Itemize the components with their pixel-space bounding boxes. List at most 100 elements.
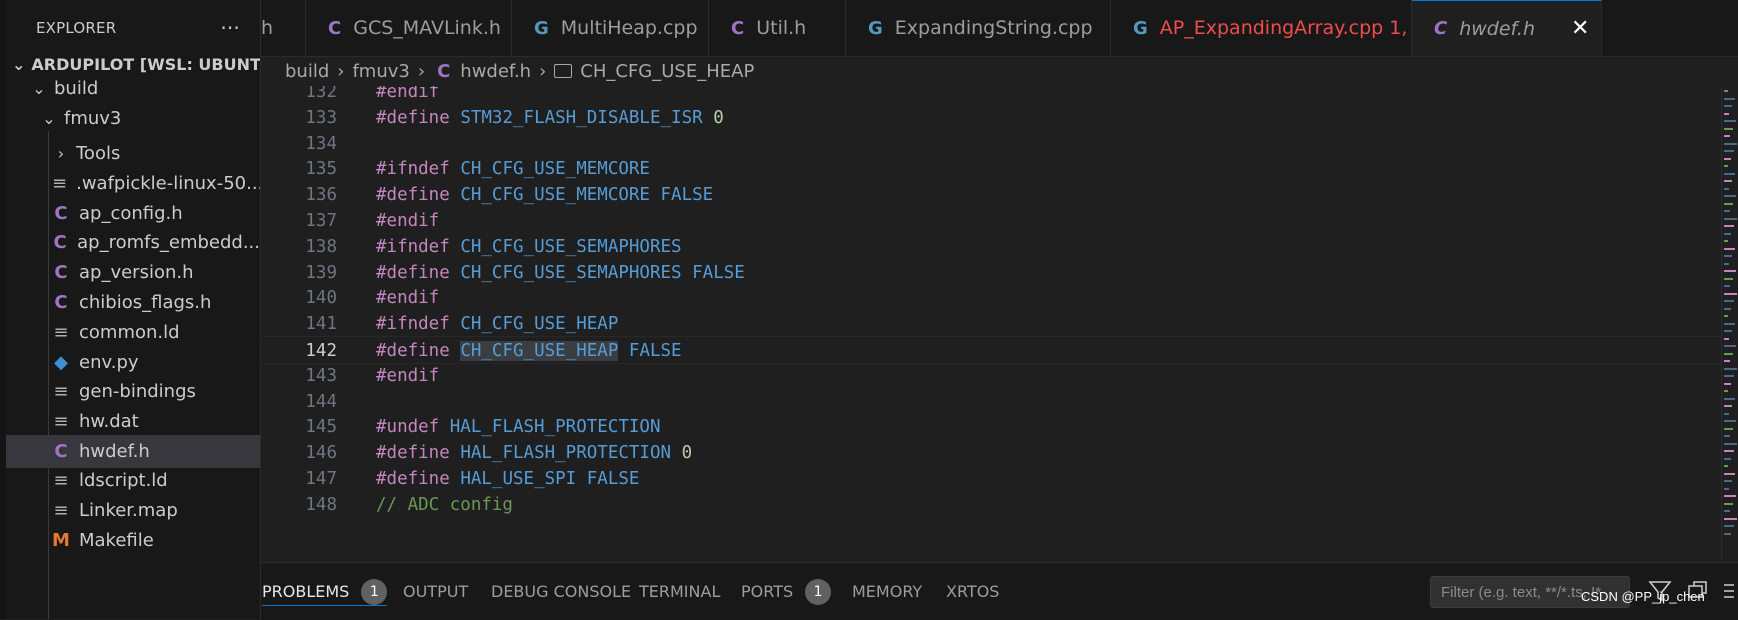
- code-line[interactable]: 138 #ifndef CH_CFG_USE_SEMAPHORES: [261, 233, 1721, 261]
- minimap-line: [1724, 247, 1735, 250]
- line-number: 145: [305, 417, 337, 438]
- chevron-right-icon: ›: [337, 60, 345, 82]
- code-line[interactable]: 133 #define STM32_FLASH_DISABLE_ISR 0: [261, 104, 1721, 132]
- code-line[interactable]: 143 #endif: [261, 362, 1721, 390]
- code-line[interactable]: 135 #ifndef CH_CFG_USE_MEMCORE: [261, 155, 1721, 183]
- tree-item[interactable]: › Tools: [6, 137, 260, 170]
- line-number: 148: [305, 494, 337, 515]
- breadcrumb: build › fmuv3 › C hwdef.h › CH_CFG_USE_H…: [285, 56, 754, 86]
- panel-menu-icon[interactable]: [1722, 577, 1736, 605]
- code-line[interactable]: 147 #define HAL_USE_SPI FALSE: [261, 465, 1721, 493]
- preprocessor-keyword: #define: [376, 107, 450, 128]
- preprocessor-keyword: #ifndef: [376, 236, 450, 257]
- code-text: #ifndef CH_CFG_USE_MEMCORE: [376, 155, 650, 183]
- code-line[interactable]: 145 #undef HAL_FLASH_PROTECTION: [261, 413, 1721, 441]
- code-line[interactable]: 136 #define CH_CFG_USE_MEMCORE FALSE: [261, 181, 1721, 209]
- code-line[interactable]: 148 // ADC config: [261, 491, 1721, 519]
- tree-item-label: fmuv3: [64, 108, 122, 129]
- tree-item[interactable]: ≡ Linker.map: [6, 494, 260, 527]
- tree-item[interactable]: Cap_romfs_embedd...: [6, 226, 260, 259]
- breadcrumb-file[interactable]: hwdef.h: [460, 61, 531, 82]
- tree-item[interactable]: ≡ common.ld: [6, 316, 260, 349]
- code-line[interactable]: 146 #define HAL_FLASH_PROTECTION 0: [261, 439, 1721, 467]
- tree-item-label: Linker.map: [79, 500, 178, 521]
- preprocessor-keyword: #ifndef: [376, 314, 450, 335]
- tree-item[interactable]: ⌄ build: [6, 72, 260, 105]
- explorer-title: EXPLORER: [36, 19, 117, 37]
- close-icon[interactable]: ✕: [1571, 16, 1589, 41]
- editor-tab[interactable]: h: [261, 0, 306, 56]
- c-file-icon: C: [54, 292, 68, 313]
- code-line[interactable]: 137 #endif: [261, 207, 1721, 235]
- panel-tab[interactable]: OUTPUT: [403, 563, 468, 620]
- minimap-line: [1724, 322, 1735, 325]
- lines-file-icon: ≡: [53, 500, 69, 521]
- tree-item[interactable]: Cchibios_flags.h: [6, 286, 260, 319]
- editor-tab[interactable]: C Util.h: [709, 0, 846, 56]
- tree-item[interactable]: M Makefile: [6, 524, 260, 557]
- line-number: 138: [305, 236, 337, 257]
- minimap-line: [1724, 232, 1731, 235]
- code-line[interactable]: 142 #define CH_CFG_USE_HEAP FALSE: [261, 336, 1721, 364]
- editor-tab[interactable]: Chwdef.h ✕: [1412, 0, 1602, 56]
- panel-tab-label: PROBLEMS: [262, 582, 350, 601]
- chevron-down-icon: ⌄: [42, 109, 56, 128]
- chevron-down-icon: ⌄: [32, 79, 46, 98]
- minimap-line: [1724, 127, 1733, 130]
- code-text: #undef HAL_FLASH_PROTECTION: [376, 413, 660, 441]
- code-line[interactable]: 139 #define CH_CFG_USE_SEMAPHORES FALSE: [261, 259, 1721, 287]
- panel-tab[interactable]: PORTS 1: [741, 563, 832, 620]
- watermark: CSDN @PP_jp_chen: [1581, 589, 1705, 604]
- preprocessor-keyword: #endif: [376, 365, 440, 386]
- tree-item-label: ap_version.h: [79, 262, 194, 283]
- minimap-line: [1724, 292, 1737, 295]
- breadcrumb-fmuv3[interactable]: fmuv3: [352, 61, 409, 82]
- panel-tab[interactable]: PROBLEMS 1: [262, 563, 388, 620]
- code-editor[interactable]: 132 #endif 133 #define STM32_FLASH_DISABLE_…: [261, 86, 1721, 562]
- breadcrumb-build[interactable]: build: [285, 61, 329, 82]
- line-number: 135: [305, 159, 337, 180]
- tree-item[interactable]: ⌄ fmuv3: [6, 102, 260, 135]
- panel-tab[interactable]: DEBUG CONSOLE: [491, 563, 631, 620]
- minimap-line: [1724, 397, 1735, 400]
- code-line[interactable]: 144: [261, 388, 1721, 416]
- macro-name: CH_CFG_USE_SEMAPHORES: [460, 236, 682, 257]
- minimap-line: [1724, 255, 1732, 257]
- macro-value: // ADC config: [376, 494, 513, 515]
- more-actions-icon[interactable]: ···: [220, 16, 240, 40]
- tree-item-label: Makefile: [79, 530, 154, 551]
- minimap-line: [1724, 435, 1730, 437]
- panel-tab[interactable]: XRTOS: [946, 563, 999, 620]
- minimap[interactable]: [1721, 86, 1738, 562]
- tree-item[interactable]: ≡ ldscript.ld: [6, 464, 260, 497]
- minimap-line: [1724, 367, 1737, 370]
- editor-tab[interactable]: G AP_ExpandingArray.cpp 1, M: [1111, 0, 1430, 56]
- minimap-line: [1724, 375, 1734, 377]
- code-line[interactable]: 134: [261, 130, 1721, 158]
- tree-item-label: Tools: [76, 143, 121, 164]
- code-line[interactable]: 140 #endif: [261, 284, 1721, 312]
- line-number: 133: [305, 107, 337, 128]
- minimap-line: [1724, 352, 1733, 355]
- c-file-icon: C: [54, 262, 68, 283]
- panel-tab[interactable]: MEMORY: [852, 563, 922, 620]
- tree-item[interactable]: ≡ gen-bindings: [6, 375, 260, 408]
- editor-tab[interactable]: C GCS_MAVLink.h: [306, 0, 512, 56]
- panel-tab[interactable]: TERMINAL: [639, 563, 720, 620]
- code-text: // ADC config: [376, 491, 513, 519]
- macro-name: CH_CFG_USE_SEMAPHORES: [460, 262, 682, 283]
- tree-item[interactable]: ≡ .wafpickle-linux-50...: [6, 167, 260, 200]
- lines-file-icon: ≡: [53, 411, 69, 432]
- tree-item[interactable]: Cap_version.h: [6, 256, 260, 289]
- minimap-line: [1724, 360, 1730, 362]
- minimap-line: [1724, 465, 1728, 467]
- minimap-line: [1724, 480, 1732, 482]
- lines-file-icon: ≡: [53, 381, 69, 402]
- breadcrumb-symbol[interactable]: CH_CFG_USE_HEAP: [580, 61, 754, 82]
- editor-tab[interactable]: G MultiHeap.cpp: [512, 0, 709, 56]
- editor-tab-label: h: [261, 17, 274, 39]
- tree-item[interactable]: ≡ hw.dat: [6, 405, 260, 438]
- macro-name: HAL_USE_SPI: [460, 469, 577, 489]
- editor-tab[interactable]: G ExpandingString.cpp: [846, 0, 1111, 56]
- code-line[interactable]: 141 #ifndef CH_CFG_USE_HEAP: [261, 310, 1721, 338]
